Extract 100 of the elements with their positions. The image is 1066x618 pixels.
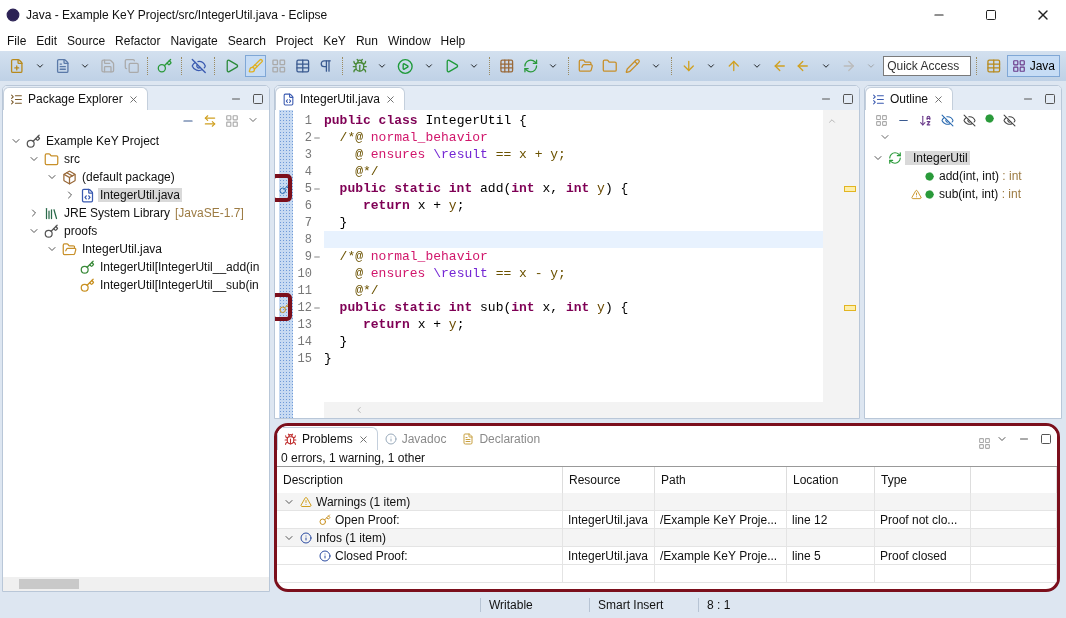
brush-icon xyxy=(247,58,264,74)
brush-button[interactable] xyxy=(244,55,267,77)
save-all-icon xyxy=(123,58,140,74)
tree-item[interactable]: IntegerUtil.java xyxy=(80,242,165,256)
menu-item[interactable]: KeY xyxy=(318,33,351,48)
menu-item[interactable]: Project xyxy=(270,33,319,48)
table-cell: Closed Proof: xyxy=(335,548,408,563)
hide-local-icon xyxy=(1003,114,1016,127)
group-label: Warnings (1 item) xyxy=(316,494,411,509)
save-icon xyxy=(100,58,116,74)
line-number: 3 xyxy=(304,147,312,162)
tree-item[interactable]: Example KeY Project xyxy=(44,134,162,148)
horizontal-scrollbar[interactable] xyxy=(324,402,823,418)
chevron-up-icon xyxy=(827,116,837,126)
overview-mark[interactable] xyxy=(844,304,856,311)
line-number: 1 xyxy=(304,113,312,128)
key-warning-icon xyxy=(319,513,331,526)
horizontal-scrollbar[interactable] xyxy=(3,577,269,591)
tree-item[interactable]: src xyxy=(62,152,82,166)
overview-mark[interactable] xyxy=(844,185,856,192)
view-tab[interactable]: Declaration xyxy=(455,427,550,450)
table-icon xyxy=(294,58,311,74)
tree-item[interactable]: IntegerUtil[IntegerUtil__add(in xyxy=(98,260,262,274)
close-icon xyxy=(127,93,139,105)
code-line: public static int sub(int x, int y) { xyxy=(338,299,630,316)
menu-item[interactable]: Navigate xyxy=(165,33,223,48)
maximize-icon xyxy=(1040,433,1052,445)
editor-tab[interactable]: IntegerUtil.java xyxy=(275,87,406,110)
status-field: Writable xyxy=(480,598,589,612)
table-cell: line 12 xyxy=(787,511,875,529)
tree-item[interactable]: (default package) xyxy=(80,170,177,184)
table-icon xyxy=(986,58,1002,74)
tree-item[interactable]: add(int, int) : int xyxy=(937,169,1024,183)
table-cell: Open Proof: xyxy=(335,512,400,527)
view-tab[interactable]: Javadoc xyxy=(377,427,456,450)
menu-item[interactable]: Help xyxy=(435,33,471,48)
code-line: return x + y; xyxy=(362,316,466,333)
menu-item[interactable]: File xyxy=(2,33,32,48)
vertical-scrollbar[interactable] xyxy=(823,110,841,418)
info-icon xyxy=(319,549,331,562)
code-line: return x + y; xyxy=(362,197,466,214)
source-folder-icon xyxy=(44,151,59,167)
menu-item[interactable]: Window xyxy=(382,33,436,48)
folder-icon xyxy=(62,241,77,257)
view-tab[interactable]: Outline xyxy=(865,87,954,110)
menu-item[interactable]: Source xyxy=(62,33,111,48)
group-label: Infos (1 item) xyxy=(316,530,387,545)
hide-fields-icon xyxy=(941,114,954,127)
table-cell: Proof closed xyxy=(875,547,971,565)
line-number: 4 xyxy=(304,164,312,179)
close-icon xyxy=(385,93,397,105)
view-tab[interactable]: Package Explorer xyxy=(3,87,148,110)
status-field: 8 : 1 xyxy=(698,598,787,612)
maximize-icon xyxy=(842,93,854,105)
table-cell: /Example KeY Proje... xyxy=(655,547,787,565)
bug-icon xyxy=(351,58,368,74)
tree-item[interactable]: IntegerUtil[IntegerUtil__sub(in xyxy=(98,278,261,292)
menu-item[interactable]: Edit xyxy=(31,33,63,48)
tree-item[interactable]: proofs xyxy=(62,224,100,238)
line-number: 7 xyxy=(304,215,312,230)
dropdown-caret-icon xyxy=(548,61,559,71)
dropdown-caret-icon xyxy=(377,61,388,71)
menu-item[interactable]: Search xyxy=(222,33,271,48)
problems-summary: 0 errors, 1 warning, 1 other xyxy=(280,450,427,466)
link-arrows-icon xyxy=(203,114,217,128)
dropdown-caret-icon xyxy=(80,61,91,71)
sort-icon xyxy=(919,114,932,127)
table-cell: line 5 xyxy=(787,547,875,565)
line-number: 5 xyxy=(304,181,312,196)
bug-icon xyxy=(284,432,297,446)
new-file-icon xyxy=(9,58,25,74)
menu-item[interactable]: Run xyxy=(350,33,383,48)
dropdown-caret-icon xyxy=(820,61,831,71)
java-file-icon xyxy=(80,187,95,203)
line-number: 2 xyxy=(304,130,312,145)
code-line: public class IntegerUtil { xyxy=(324,112,528,129)
tree-item-note: [JavaSE-1.7] xyxy=(175,206,244,220)
dropdown-caret-icon xyxy=(866,61,877,71)
code-line: /*@ normal_behavior xyxy=(338,129,489,146)
perspective-button[interactable]: Java xyxy=(1006,55,1060,77)
code-line: @ ensures \result == x - y; xyxy=(354,265,567,282)
folder-icon xyxy=(601,58,618,74)
table-cell: IntegerUtil.java xyxy=(563,511,655,529)
code-line: } xyxy=(324,350,333,367)
tree-item[interactable]: JRE System Library xyxy=(62,206,173,220)
grid-icon xyxy=(1011,59,1026,73)
status-field: Smart Insert xyxy=(589,598,698,612)
tree-item[interactable]: IntegerUtil xyxy=(905,151,970,165)
dropdown-caret-icon xyxy=(706,61,717,71)
quick-access-field[interactable]: Quick Access xyxy=(883,56,972,76)
refresh-icon xyxy=(522,58,539,74)
menu-item[interactable]: Refactor xyxy=(110,33,166,48)
crossed-eye-icon xyxy=(190,58,207,74)
line-number: 11 xyxy=(297,283,312,298)
code-line: @*/ xyxy=(354,163,380,180)
key-icon xyxy=(80,259,95,275)
tree-item[interactable]: IntegerUtil.java xyxy=(98,188,183,202)
view-tab[interactable]: Problems xyxy=(277,427,378,450)
tree-item[interactable]: sub(int, int) : int xyxy=(937,187,1024,201)
window-title: Java - Example KeY Project/src/IntegerUtil.java - Eclipse xyxy=(26,8,329,22)
